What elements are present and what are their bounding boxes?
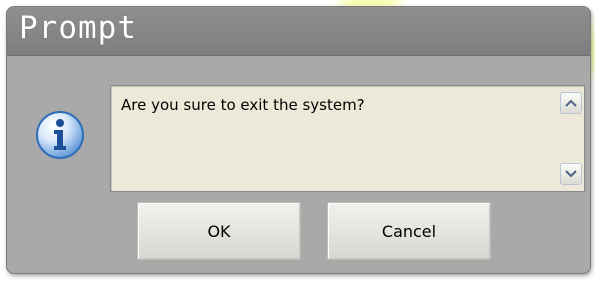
chevron-up-icon (565, 99, 577, 107)
info-icon (35, 110, 85, 160)
cancel-button[interactable]: Cancel (327, 202, 491, 260)
ok-button[interactable]: OK (137, 202, 301, 260)
message-text: Are you sure to exit the system? (121, 96, 365, 114)
title-bar[interactable]: Prompt (7, 7, 590, 56)
chevron-down-icon (565, 170, 577, 178)
vertical-scrollbar[interactable] (560, 88, 582, 189)
scroll-up-button[interactable] (560, 92, 582, 114)
dialog-title: Prompt (19, 10, 137, 46)
scroll-down-button[interactable] (560, 163, 582, 185)
prompt-dialog: Prompt Are you sure to exit the system? (6, 6, 591, 274)
message-box: Are you sure to exit the system? (110, 85, 585, 192)
